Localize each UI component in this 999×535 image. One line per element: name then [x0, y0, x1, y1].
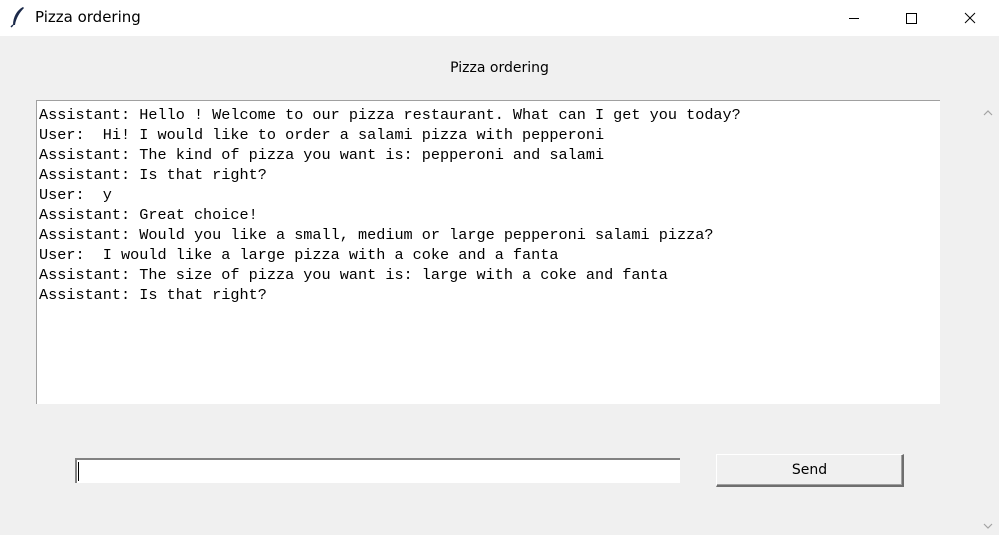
- scrollbar[interactable]: [979, 100, 997, 535]
- chat-log[interactable]: Assistant: Hello ! Welcome to our pizza …: [36, 100, 940, 404]
- title-bar: Pizza ordering: [0, 0, 999, 36]
- maximize-icon: [906, 13, 917, 24]
- text-caret: [78, 462, 79, 481]
- chat-line: Assistant: The kind of pizza you want is…: [39, 146, 605, 164]
- chat-line: User: y: [39, 186, 112, 204]
- chat-line: User: I would like a large pizza with a …: [39, 246, 559, 264]
- minimize-button[interactable]: [825, 0, 883, 36]
- chat-lines: Assistant: Hello ! Welcome to our pizza …: [37, 101, 940, 305]
- chat-line: User: Hi! I would like to order a salami…: [39, 126, 605, 144]
- chat-line: Assistant: Would you like a small, mediu…: [39, 226, 714, 244]
- chevron-down-icon: [983, 523, 993, 529]
- chat-line: Assistant: Hello ! Welcome to our pizza …: [39, 106, 741, 124]
- scroll-up-button[interactable]: [979, 104, 997, 122]
- feather-icon: [10, 6, 26, 28]
- chat-line: Assistant: Is that right?: [39, 286, 267, 304]
- close-button[interactable]: [941, 0, 999, 36]
- chat-line: Assistant: Great choice!: [39, 206, 258, 224]
- window-title: Pizza ordering: [35, 8, 141, 26]
- message-input[interactable]: [75, 458, 680, 483]
- chat-line: Assistant: The size of pizza you want is…: [39, 266, 668, 284]
- chevron-up-icon: [983, 110, 993, 116]
- maximize-button[interactable]: [882, 0, 940, 36]
- send-button[interactable]: Send: [716, 454, 904, 487]
- chat-line: Assistant: Is that right?: [39, 166, 267, 184]
- minimize-icon: [849, 18, 859, 19]
- page-title: Pizza ordering: [450, 60, 549, 76]
- scroll-down-button[interactable]: [979, 517, 997, 535]
- close-icon: [964, 12, 976, 24]
